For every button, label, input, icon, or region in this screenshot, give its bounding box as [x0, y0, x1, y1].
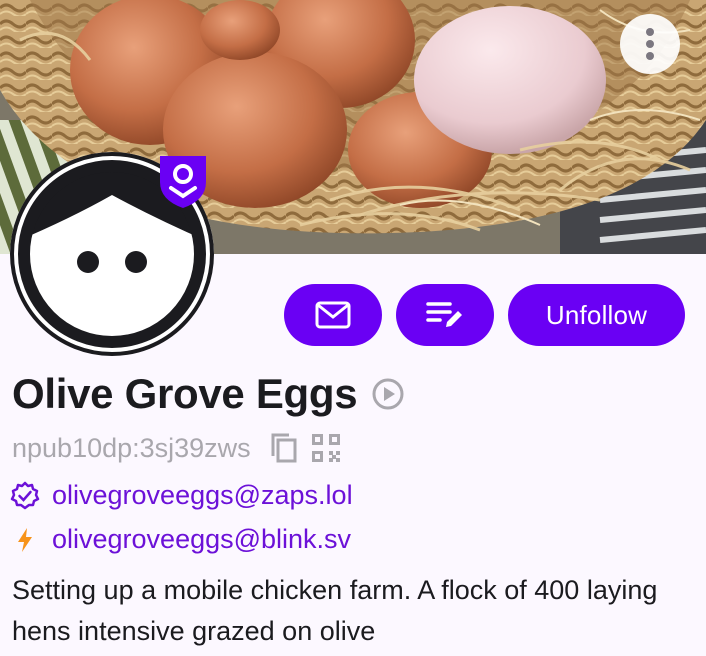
lightning-address-row[interactable]: olivegroveeggs@blink.sv: [10, 524, 351, 555]
copy-icon[interactable]: [269, 432, 299, 464]
edit-lists-button[interactable]: [396, 284, 494, 346]
nip05-row[interactable]: olivegroveeggs@zaps.lol: [10, 480, 353, 511]
nip05-address[interactable]: olivegroveeggs@zaps.lol: [52, 480, 353, 511]
play-circle-icon[interactable]: [371, 377, 405, 411]
envelope-icon: [315, 301, 351, 329]
lightning-bolt-icon: [18, 527, 32, 552]
lightning-address[interactable]: olivegroveeggs@blink.sv: [52, 524, 351, 555]
edit-list-icon: [426, 302, 462, 327]
profile-about: Setting up a mobile chicken farm. A floc…: [12, 575, 658, 646]
more-vertical-icon: [646, 28, 654, 60]
npub-row: npub10dp:3sj39zws: [12, 432, 341, 464]
unfollow-button[interactable]: Unfollow: [508, 284, 685, 346]
verified-location-badge-icon: [156, 152, 210, 210]
profile-name-row: Olive Grove Eggs: [12, 370, 405, 418]
npub-text: npub10dp:3sj39zws: [12, 432, 251, 463]
message-button[interactable]: [284, 284, 382, 346]
more-options-button[interactable]: [620, 14, 680, 74]
verified-check-icon: [10, 481, 40, 509]
profile-name: Olive Grove Eggs: [12, 370, 358, 417]
qr-code-icon[interactable]: [311, 433, 341, 463]
